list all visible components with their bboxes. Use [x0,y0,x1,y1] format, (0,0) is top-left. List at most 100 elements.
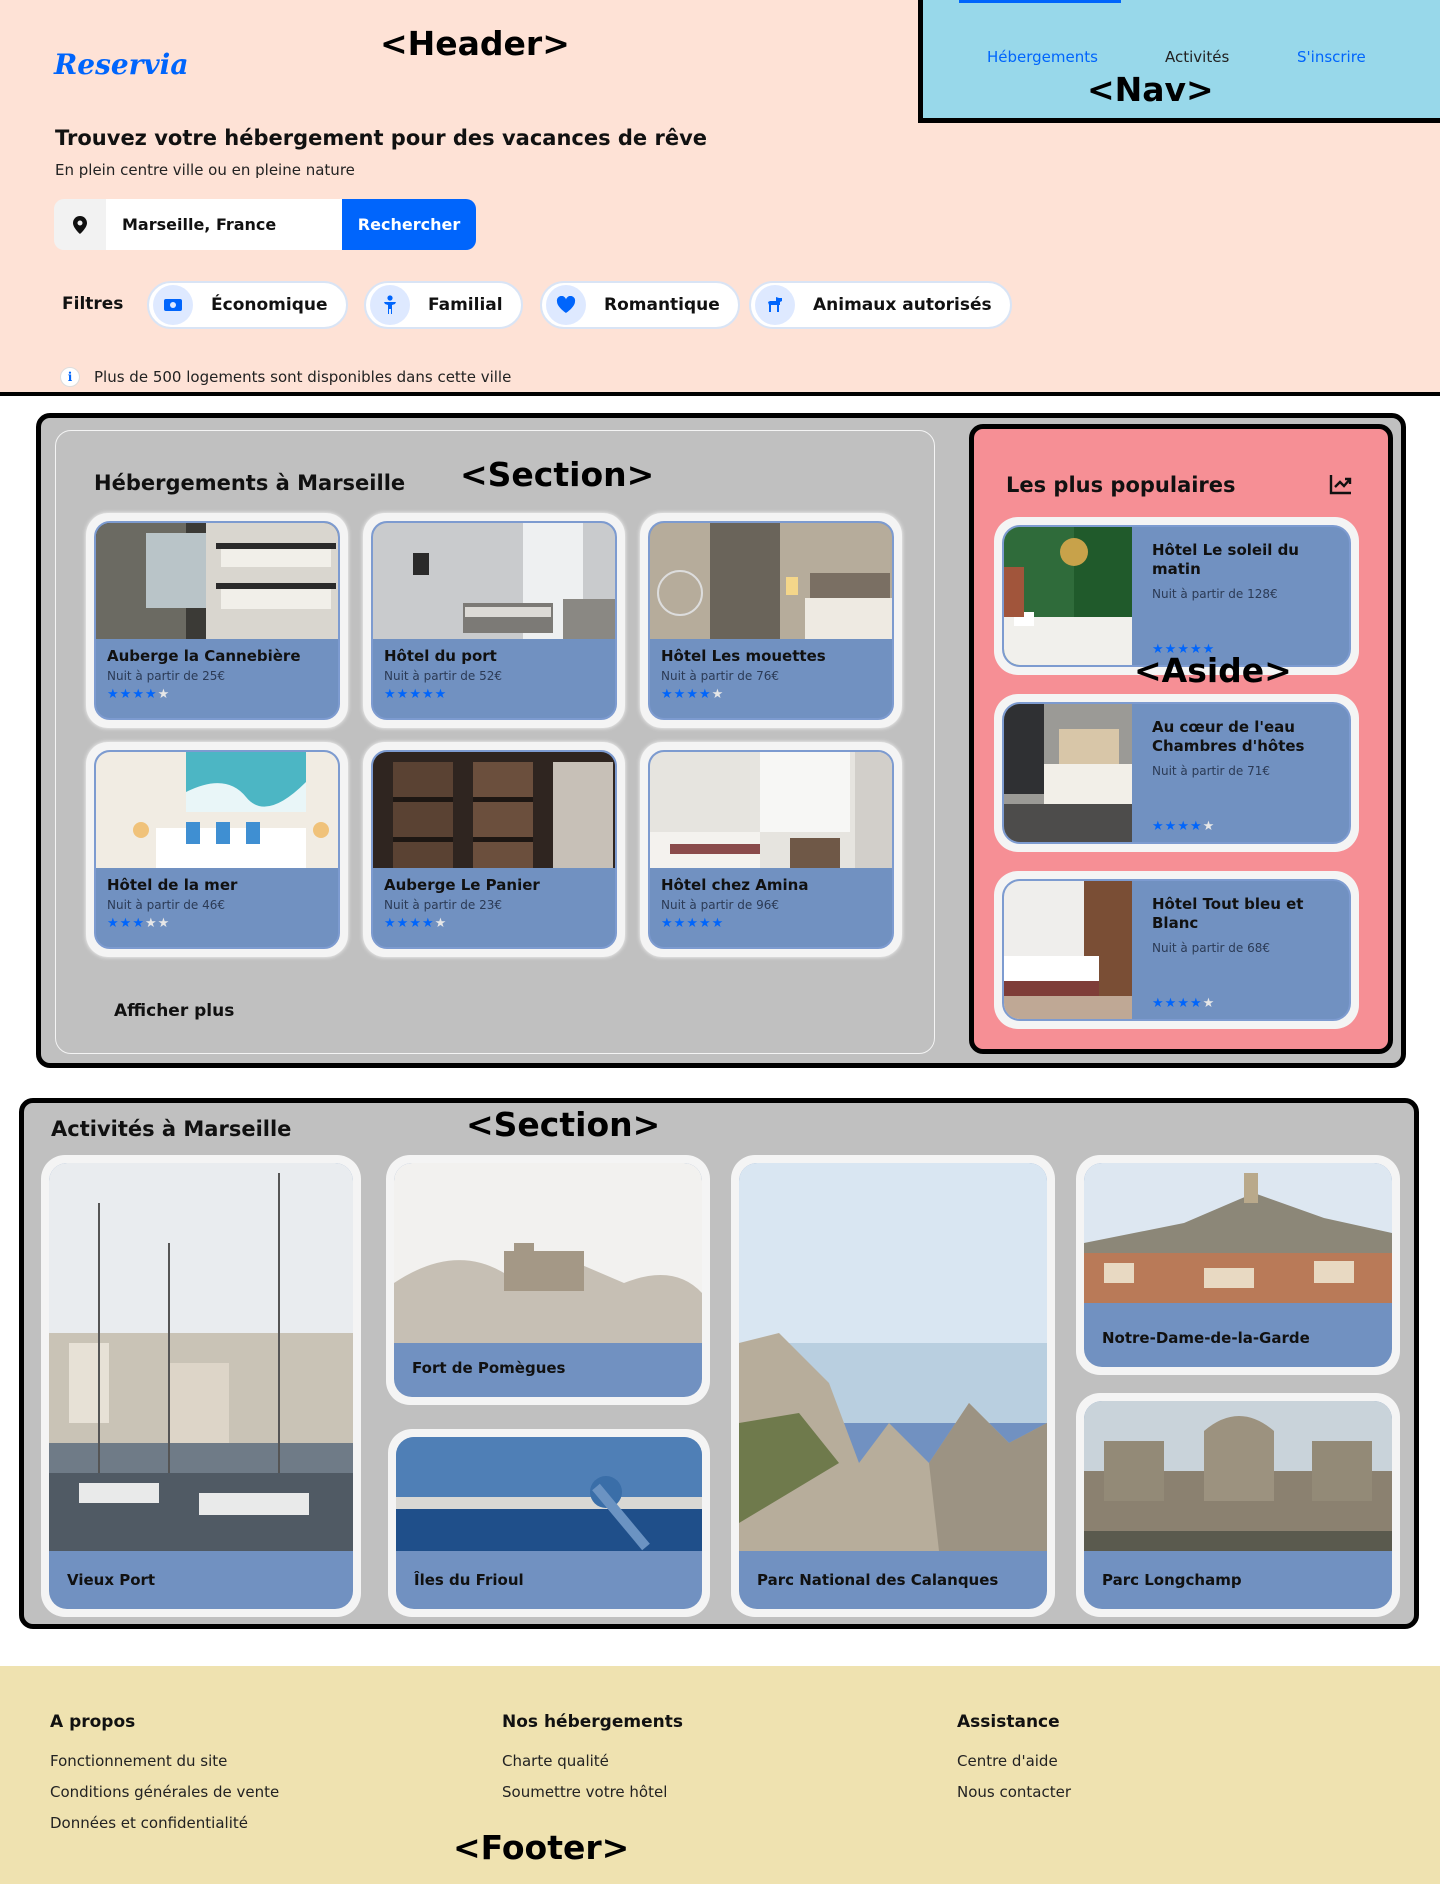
star-filled-icon: ★ [409,687,422,702]
hotel-price: Nuit à partir de 76€ [661,669,780,683]
hotel-photo [1004,704,1132,842]
search-form: Rechercher [54,199,476,250]
section-zone-label: <Section> [466,1105,661,1144]
star-empty-icon: ★ [157,687,171,702]
filter-romantique[interactable]: Romantique [540,281,740,329]
star-rating: ★★★★★ [1152,996,1335,1011]
nav-item-activites[interactable]: Activités [1165,48,1229,66]
star-filled-icon: ★ [144,687,158,702]
activity-card[interactable]: Îles du Frioul [388,1429,710,1617]
star-filled-icon: ★ [1189,819,1203,834]
activity-label: Îles du Frioul [414,1571,524,1589]
hotel-price: Nuit à partir de 68€ [1152,941,1271,955]
nav-item-hebergements[interactable]: Hébergements [987,48,1098,66]
footer-link[interactable]: Nous contacter [957,1783,1071,1801]
hotel-photo [373,752,615,868]
activity-card[interactable]: Parc Longchamp [1076,1393,1400,1617]
nav-zone-label: <Nav> [1087,70,1214,109]
star-filled-icon: ★ [384,916,397,931]
footer-link[interactable]: Données et confidentialité [50,1814,279,1832]
search-button[interactable]: Rechercher [342,199,476,250]
footer-link[interactable]: Conditions générales de vente [50,1783,279,1801]
filter-economique[interactable]: Économique [147,281,348,329]
star-empty-icon: ★ [1202,996,1216,1011]
header-zone-label: <Header> [380,24,570,63]
hebergement-card[interactable]: Auberge Le Panier Nuit à partir de 23€ ★… [363,742,625,957]
hebergement-card[interactable]: Auberge la Cannebière Nuit à partir de 2… [86,513,348,728]
activity-photo [396,1437,702,1551]
filter-label: Animaux autorisés [813,295,992,315]
footer-column-apropos: A propos Fonctionnement du site Conditio… [50,1712,279,1845]
footer-link[interactable]: Centre d'aide [957,1752,1071,1770]
footer-column-title: A propos [50,1712,136,1732]
hotel-name: Hôtel Les mouettes [661,647,826,665]
footer-column-title: Assistance [957,1712,1060,1732]
activity-photo [394,1163,702,1343]
footer-link[interactable]: Fonctionnement du site [50,1752,279,1770]
filter-label: Familial [428,295,503,315]
star-filled-icon: ★ [1152,819,1165,834]
star-filled-icon: ★ [673,916,687,931]
hotel-name: Hôtel du port [384,647,497,665]
page-footer: A propos Fonctionnement du site Conditio… [0,1666,1440,1884]
activity-card[interactable]: Notre-Dame-de-la-Garde [1076,1155,1400,1375]
info-banner: i Plus de 500 logements sont disponibles… [60,367,511,387]
star-filled-icon: ★ [434,687,448,702]
star-filled-icon: ★ [1189,996,1203,1011]
filter-familial[interactable]: Familial [364,281,523,329]
star-empty-icon: ★ [157,916,171,931]
star-filled-icon: ★ [119,687,133,702]
star-rating: ★★★★★ [384,916,604,931]
hotel-price: Nuit à partir de 25€ [107,669,226,683]
reservia-logo[interactable]: Reservia [54,48,188,81]
hotel-name: Hôtel chez Amina [661,876,809,894]
star-filled-icon: ★ [132,916,145,931]
hebergement-card[interactable]: Hôtel chez Amina Nuit à partir de 96€ ★★… [640,742,902,957]
hotel-price: Nuit à partir de 46€ [107,898,226,912]
star-filled-icon: ★ [1164,819,1178,834]
popular-card[interactable]: Hôtel Tout bleu et Blanc Nuit à partir d… [994,871,1359,1029]
star-filled-icon: ★ [107,916,120,931]
hebergement-card[interactable]: Hôtel du port Nuit à partir de 52€ ★★★★★ [363,513,625,728]
star-filled-icon: ★ [132,687,145,702]
hotel-price: Nuit à partir de 96€ [661,898,780,912]
show-more-link[interactable]: Afficher plus [114,1001,234,1021]
hotel-name: Auberge Le Panier [384,876,540,894]
nav-active-indicator [959,0,1121,3]
star-filled-icon: ★ [698,687,712,702]
star-empty-icon: ★ [434,916,448,931]
star-filled-icon: ★ [396,687,410,702]
activity-card[interactable]: Parc National des Calanques [731,1155,1055,1617]
filter-animaux[interactable]: Animaux autorisés [749,281,1012,329]
search-input[interactable] [106,199,342,250]
activity-card[interactable]: Fort de Pomègues [386,1155,710,1405]
activity-card[interactable]: Vieux Port [41,1155,361,1617]
star-rating: ★★★★★ [107,687,327,702]
star-filled-icon: ★ [686,916,699,931]
info-icon: i [60,367,80,387]
footer-zone-label: <Footer> [453,1828,630,1867]
main-content: Hébergements à Marseille <Section> Auber… [36,413,1406,1068]
activity-label: Vieux Port [67,1571,156,1589]
footer-link[interactable]: Soumettre votre hôtel [502,1783,683,1801]
star-filled-icon: ★ [698,916,712,931]
hotel-photo [1004,527,1132,665]
hotel-price: Nuit à partir de 71€ [1152,764,1271,778]
dog-icon [755,285,795,325]
star-filled-icon: ★ [409,916,422,931]
hebergement-card[interactable]: Hôtel de la mer Nuit à partir de 46€ ★★★… [86,742,348,957]
nav-item-inscrire[interactable]: S'inscrire [1297,48,1366,66]
section-title: Activités à Marseille [51,1117,292,1141]
activity-photo [49,1163,353,1551]
hebergements-section: Hébergements à Marseille <Section> Auber… [55,430,935,1054]
trending-up-icon [1329,473,1353,499]
hebergement-card[interactable]: Hôtel Les mouettes Nuit à partir de 76€ … [640,513,902,728]
star-filled-icon: ★ [686,687,699,702]
star-rating: ★★★★★ [1152,819,1335,834]
star-filled-icon: ★ [384,687,397,702]
activity-label: Notre-Dame-de-la-Garde [1102,1329,1310,1347]
hotel-price: Nuit à partir de 23€ [384,898,503,912]
footer-link[interactable]: Charte qualité [502,1752,683,1770]
activity-photo [1084,1163,1392,1303]
popular-card[interactable]: Au cœur de l'eau Chambres d'hôtes Nuit à… [994,694,1359,852]
